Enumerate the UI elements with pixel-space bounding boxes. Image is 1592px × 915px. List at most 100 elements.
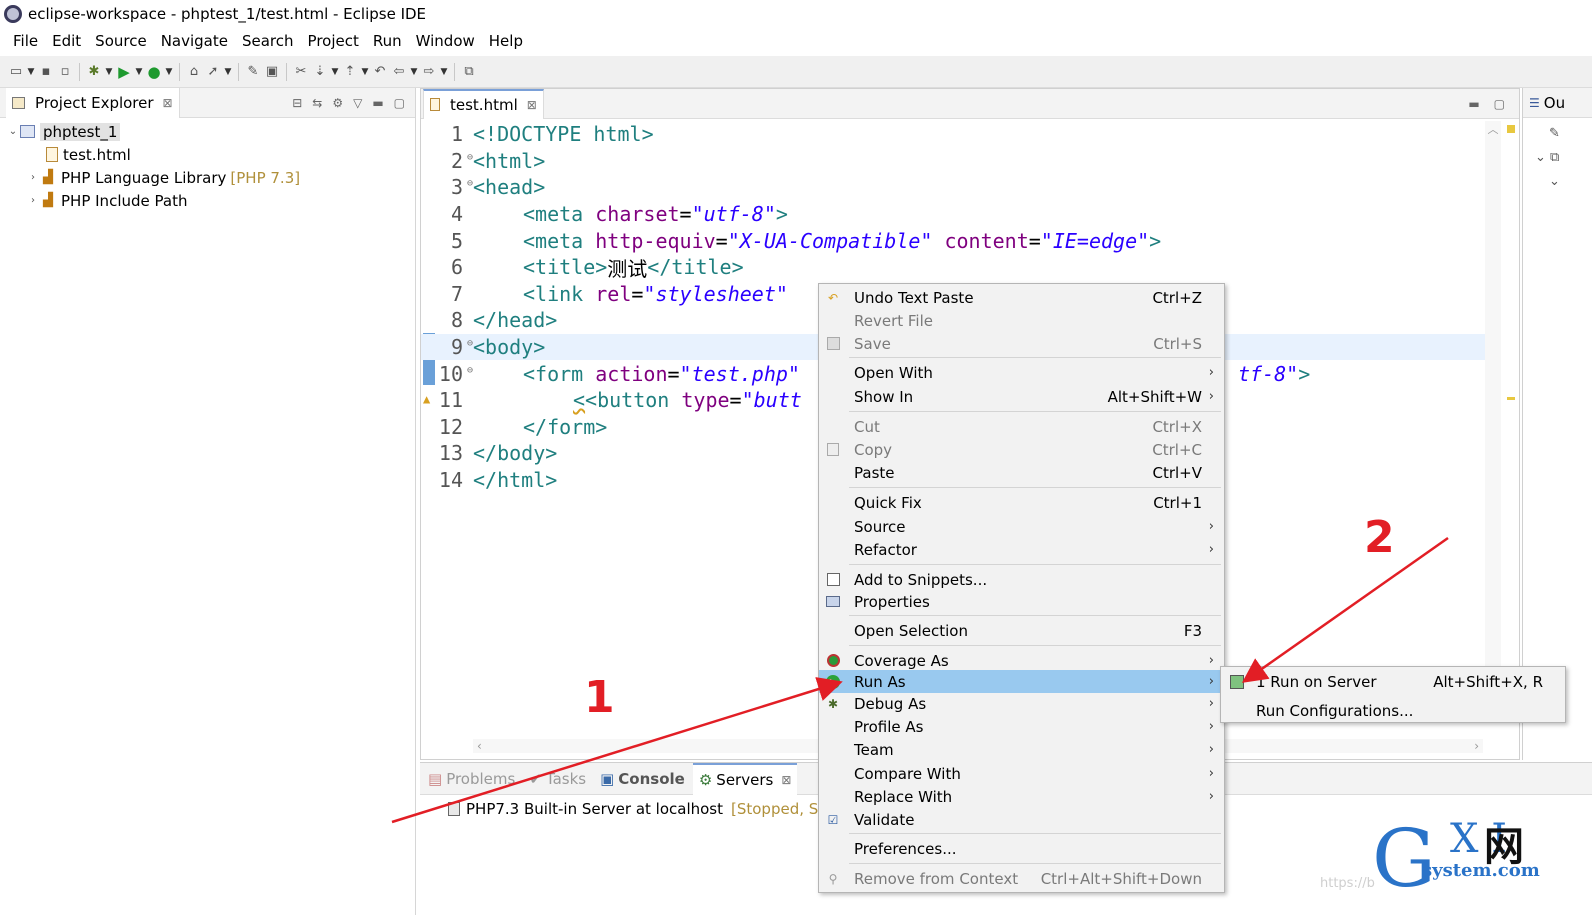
- filter-icon[interactable]: ⚙: [332, 96, 343, 110]
- open-folder-icon[interactable]: ⌂: [186, 64, 202, 80]
- menu-item-save[interactable]: Save Ctrl+S: [819, 332, 1224, 355]
- open-perspective-icon[interactable]: ⧉: [461, 64, 477, 80]
- run-icon[interactable]: ▶: [116, 63, 132, 81]
- menu-help[interactable]: Help: [482, 32, 530, 50]
- next-annotation-dropdown-icon[interactable]: ▼: [331, 64, 339, 80]
- new-dropdown-icon[interactable]: ▼: [27, 64, 35, 80]
- chevron-right-icon[interactable]: ›: [26, 172, 40, 183]
- menu-edit[interactable]: Edit: [45, 32, 88, 50]
- coverage-icon[interactable]: ●: [146, 63, 162, 81]
- tab-test-html[interactable]: test.html ⊠: [423, 88, 544, 119]
- menu-item-coverage-as[interactable]: Coverage As ›: [819, 649, 1224, 672]
- chevron-down-icon[interactable]: ⌄: [1549, 170, 1592, 194]
- save-icon[interactable]: ▪: [38, 64, 54, 80]
- menu-item-paste[interactable]: Paste Ctrl+V: [819, 461, 1224, 484]
- maximize-icon[interactable]: ▢: [1494, 97, 1505, 111]
- toggle-mark-icon[interactable]: ✂: [293, 64, 309, 80]
- tab-console[interactable]: ▣ Console: [594, 763, 691, 795]
- last-edit-icon[interactable]: ↶: [372, 64, 388, 80]
- menu-item-source[interactable]: Source ›: [819, 515, 1224, 538]
- collapse-all-icon[interactable]: ⊟: [292, 96, 302, 110]
- tree-item-file[interactable]: test.html: [0, 143, 415, 166]
- prev-annotation-dropdown-icon[interactable]: ▼: [361, 64, 369, 80]
- tree-item-php-library[interactable]: › ▟ PHP Language Library [PHP 7.3]: [0, 166, 415, 189]
- menu-item-refactor[interactable]: Refactor ›: [819, 538, 1224, 561]
- new-icon[interactable]: ▭: [8, 64, 24, 80]
- menu-item-profile-as[interactable]: Profile As ›: [819, 715, 1224, 738]
- menu-item-run-as[interactable]: ▶ Run As ›: [819, 670, 1224, 693]
- menu-item-revert-file[interactable]: Revert File: [819, 309, 1224, 332]
- tab-problems[interactable]: ▤ Problems: [422, 763, 521, 795]
- debug-icon[interactable]: ✱: [86, 64, 102, 80]
- outline-tab-label[interactable]: Ou: [1544, 94, 1565, 112]
- save-all-icon[interactable]: ▫: [57, 64, 73, 80]
- pen-icon[interactable]: ✎: [245, 64, 261, 80]
- tab-servers[interactable]: ⚙ Servers ⊠: [692, 762, 798, 795]
- forward-dropdown-icon[interactable]: ▼: [440, 64, 448, 80]
- chevron-down-icon[interactable]: ⌄: [6, 126, 20, 137]
- menu-item-preferences[interactable]: Preferences...: [819, 837, 1224, 860]
- close-icon[interactable]: ⊠: [527, 98, 537, 112]
- rocket-dropdown-icon[interactable]: ▼: [224, 64, 232, 80]
- menu-file[interactable]: File: [6, 32, 45, 50]
- menu-item-compare-with[interactable]: Compare With ›: [819, 762, 1224, 785]
- menu-item-cut[interactable]: Cut Ctrl+X: [819, 415, 1224, 438]
- menu-item-team[interactable]: Team ›: [819, 738, 1224, 761]
- outline-edit-icon[interactable]: ✎: [1549, 122, 1592, 146]
- library-icon: ▟: [43, 170, 53, 185]
- fold-icon[interactable]: ⊖: [467, 152, 473, 163]
- menu-item-open-selection[interactable]: Open Selection F3: [819, 619, 1224, 642]
- chevron-right-icon[interactable]: ›: [26, 195, 40, 206]
- link-editor-icon[interactable]: ⇆: [312, 96, 322, 110]
- next-annotation-icon[interactable]: ⇣: [312, 64, 328, 80]
- menu-item-replace-with[interactable]: Replace With ›: [819, 785, 1224, 808]
- minimize-icon[interactable]: ▬: [372, 96, 383, 110]
- console-icon[interactable]: ▣: [264, 64, 280, 80]
- fold-icon[interactable]: ⊖: [467, 178, 473, 189]
- menu-item-remove-from-context[interactable]: ⚲ Remove from Context Ctrl+Alt+Shift+Dow…: [819, 867, 1224, 890]
- back-dropdown-icon[interactable]: ▼: [410, 64, 418, 80]
- menu-item-copy[interactable]: Copy Ctrl+C: [819, 438, 1224, 461]
- maximize-icon[interactable]: ▢: [394, 96, 405, 110]
- menu-item-undo-text-paste[interactable]: ↶ Undo Text Paste Ctrl+Z: [819, 286, 1224, 309]
- outline-node-icon[interactable]: ⌄ ⧉: [1535, 146, 1592, 170]
- vertical-scrollbar[interactable]: ︿: [1485, 121, 1501, 721]
- close-icon[interactable]: ⊠: [163, 96, 173, 110]
- tree-item-project[interactable]: ⌄ phptest_1: [0, 120, 415, 143]
- menu-source[interactable]: Source: [88, 32, 154, 50]
- fold-icon[interactable]: ⊖: [467, 338, 473, 349]
- tree-item-include-path[interactable]: › ▟ PHP Include Path: [0, 189, 415, 212]
- prev-annotation-icon[interactable]: ⇡: [342, 64, 358, 80]
- scroll-up-icon[interactable]: ︿: [1485, 121, 1501, 137]
- minimize-icon[interactable]: ▬: [1468, 97, 1479, 111]
- menu-item-run-on-server[interactable]: 1 Run on Server Alt+Shift+X, R: [1221, 670, 1565, 693]
- menu-item-properties[interactable]: Properties: [819, 590, 1224, 613]
- view-menu-icon[interactable]: ▽: [353, 96, 362, 110]
- menu-item-add-to-snippets[interactable]: Add to Snippets...: [819, 568, 1224, 591]
- rocket-icon[interactable]: ➚: [205, 64, 221, 80]
- menu-item-validate[interactable]: ☑ Validate: [819, 808, 1224, 831]
- run-dropdown-icon[interactable]: ▼: [135, 64, 143, 80]
- menu-item-run-configurations[interactable]: Run Configurations...: [1221, 699, 1565, 722]
- menu-search[interactable]: Search: [235, 32, 301, 50]
- tab-project-explorer[interactable]: Project Explorer ⊠: [6, 87, 180, 118]
- overview-ruler[interactable]: [1505, 121, 1517, 721]
- menu-item-open-with[interactable]: Open With ›: [819, 361, 1224, 384]
- scroll-left-icon[interactable]: ‹: [477, 739, 482, 753]
- warning-icon[interactable]: ▲: [423, 392, 430, 406]
- debug-dropdown-icon[interactable]: ▼: [105, 64, 113, 80]
- forward-icon[interactable]: ⇨: [421, 64, 437, 80]
- menu-window[interactable]: Window: [409, 32, 482, 50]
- tab-tasks[interactable]: ✔ Tasks: [523, 763, 592, 795]
- menu-run[interactable]: Run: [366, 32, 409, 50]
- scroll-right-icon[interactable]: ›: [1474, 739, 1479, 753]
- menu-item-debug-as[interactable]: ✱ Debug As ›: [819, 692, 1224, 715]
- coverage-dropdown-icon[interactable]: ▼: [165, 64, 173, 80]
- menu-navigate[interactable]: Navigate: [154, 32, 235, 50]
- close-icon[interactable]: ⊠: [781, 773, 791, 787]
- menu-project[interactable]: Project: [301, 32, 366, 50]
- menu-item-show-in[interactable]: Show In Alt+Shift+W ›: [819, 385, 1224, 408]
- back-icon[interactable]: ⇦: [391, 64, 407, 80]
- menu-item-quick-fix[interactable]: Quick Fix Ctrl+1: [819, 491, 1224, 514]
- fold-icon[interactable]: ⊖: [467, 365, 473, 376]
